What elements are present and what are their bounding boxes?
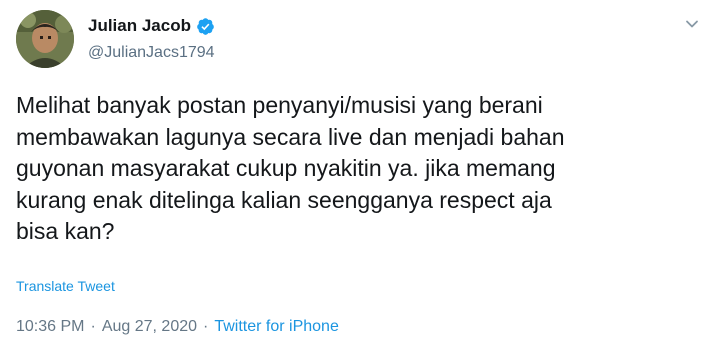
display-name-row: Julian Jacob [88,14,215,38]
author-handle[interactable]: @JulianJacs1794 [88,44,215,62]
tweet-text: Melihat banyak postan penyanyi/musisi ya… [16,92,565,244]
chevron-down-icon[interactable] [680,12,704,36]
tweet-time[interactable]: 10:36 PM [16,318,84,336]
avatar-image [16,10,74,68]
tweet-header: Julian Jacob @JulianJacs1794 [16,10,704,74]
avatar[interactable] [16,10,74,68]
translate-tweet-link[interactable]: Translate Tweet [16,278,115,294]
tweet-source[interactable]: Twitter for iPhone [214,318,339,336]
meta-separator: · [203,318,209,335]
verified-badge-icon [196,17,215,36]
tweet-date[interactable]: Aug 27, 2020 [102,318,197,336]
meta-separator: · [90,318,96,335]
author-names: Julian Jacob @JulianJacs1794 [88,14,215,62]
tweet-card: Julian Jacob @JulianJacs1794 Melihat ban… [0,0,720,356]
tweet-meta: 10:36 PM · Aug 27, 2020 · Twitter for iP… [16,318,339,336]
display-name[interactable]: Julian Jacob [88,16,191,36]
